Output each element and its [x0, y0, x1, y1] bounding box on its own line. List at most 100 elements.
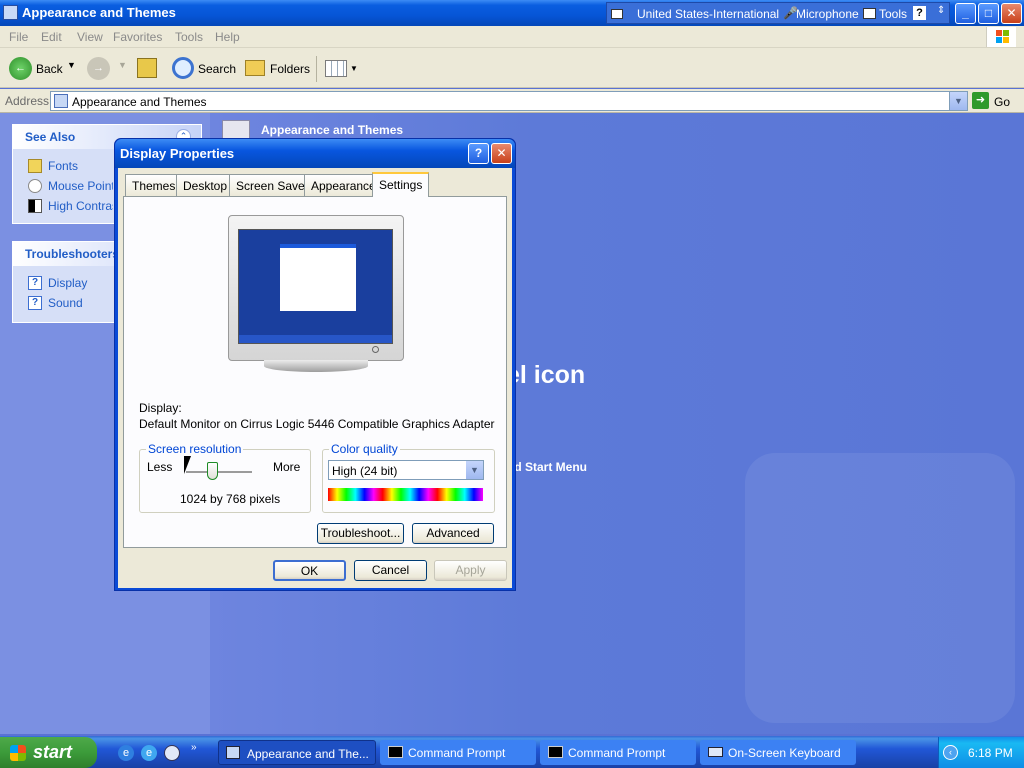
see-also-high-contrast[interactable]: High Contrast — [48, 199, 113, 213]
address-dropdown-icon[interactable]: ▼ — [949, 92, 967, 110]
color-spectrum-bar — [328, 488, 483, 501]
restore-button[interactable]: □ — [978, 3, 999, 24]
back-arrow-icon[interactable]: ← — [9, 57, 32, 80]
high-contrast-icon — [28, 199, 42, 213]
back-button[interactable]: Back — [36, 62, 63, 76]
see-also-mouse-pointers[interactable]: Mouse Pointers — [48, 179, 113, 193]
taskbar-command-prompt-1[interactable]: Command Prompt — [380, 740, 536, 765]
monitor-stand — [264, 360, 368, 372]
options-arrow-icon[interactable]: ⇕ — [937, 5, 945, 16]
control-panel-icon — [226, 746, 240, 759]
toolbar: ← Back ▼ → ▼ Search Folders ▼ — [0, 48, 1024, 88]
taskbar-appearance-and-themes[interactable]: Appearance and The... — [218, 740, 376, 765]
help-question-icon: ? — [28, 296, 42, 310]
taskbar-command-prompt-2[interactable]: Command Prompt — [540, 740, 696, 765]
taskbar-on-screen-keyboard[interactable]: On-Screen Keyboard — [700, 740, 856, 765]
mouse-cursor-icon — [184, 456, 191, 474]
ok-button[interactable]: OK — [273, 560, 346, 581]
windows-flag-icon — [10, 745, 26, 761]
menu-view[interactable]: View — [77, 30, 103, 44]
troubleshoot-button[interactable]: Troubleshoot... — [317, 523, 404, 544]
tools-icon — [863, 8, 876, 19]
menu-favorites[interactable]: Favorites — [113, 30, 162, 44]
display-adapter-value: Default Monitor on Cirrus Logic 5446 Com… — [139, 417, 495, 431]
quick-launch-chevron-icon[interactable]: » — [191, 742, 197, 753]
taskbar-start-menu-link[interactable]: nd Start Menu — [507, 460, 587, 474]
menu-edit[interactable]: Edit — [41, 30, 62, 44]
color-quality-select[interactable]: High (24 bit) ▼ — [328, 460, 484, 480]
tab-themes[interactable]: Themes — [125, 174, 183, 196]
help-icon[interactable]: ? — [913, 6, 926, 20]
dialog-body: Themes Desktop Screen Saver Appearance S… — [118, 168, 512, 588]
dialog-close-button[interactable]: ✕ — [491, 143, 512, 164]
language-selector[interactable]: United States-International — [637, 7, 779, 21]
toolbar-divider — [316, 56, 317, 82]
monitor-power-icon — [372, 346, 379, 353]
address-value: Appearance and Themes — [72, 95, 207, 109]
tab-appearance[interactable]: Appearance — [304, 174, 383, 196]
apply-button[interactable]: Apply — [434, 560, 507, 581]
views-dropdown-icon[interactable]: ▼ — [350, 64, 358, 73]
back-dropdown-icon[interactable]: ▼ — [67, 60, 76, 70]
internet-explorer-icon-2[interactable]: e — [141, 745, 157, 761]
show-hidden-icons-chevron-icon[interactable]: ‹ — [943, 745, 958, 760]
dialog-title: Display Properties — [120, 146, 235, 161]
window-title: Appearance and Themes — [22, 5, 176, 20]
go-button[interactable]: Go — [994, 95, 1010, 109]
clock[interactable]: 6:18 PM — [968, 746, 1013, 760]
media-player-icon[interactable] — [164, 745, 180, 761]
language-bar[interactable]: United States-International 🎤 Microphone… — [606, 2, 950, 24]
preview-window — [280, 244, 356, 311]
start-button[interactable]: start — [0, 737, 97, 768]
preview-taskbar — [239, 335, 392, 343]
dialog-title-bar[interactable]: Display Properties ? ✕ — [115, 139, 515, 168]
start-label: start — [33, 742, 73, 762]
settings-tab-panel: Display: Default Monitor on Cirrus Logic… — [123, 196, 507, 548]
go-arrow-icon[interactable]: ➜ — [972, 92, 989, 109]
menu-bar: File Edit View Favorites Tools Help — [0, 26, 1024, 48]
display-label: Display: — [139, 401, 182, 415]
folders-button[interactable]: Folders — [270, 62, 310, 76]
see-also-fonts[interactable]: Fonts — [48, 159, 78, 173]
tab-desktop[interactable]: Desktop — [176, 174, 235, 196]
microphone-button[interactable]: Microphone — [796, 7, 859, 21]
fonts-icon — [28, 159, 42, 173]
menu-file[interactable]: File — [9, 30, 28, 44]
close-button[interactable]: ✕ — [1001, 3, 1022, 24]
monitor-preview — [228, 215, 404, 361]
resolution-less-label: Less — [147, 460, 173, 474]
screen-resolution-group: Screen resolution Less More 1024 by 768 … — [139, 442, 311, 513]
forward-arrow-icon[interactable]: → — [87, 57, 110, 80]
address-input[interactable]: Appearance and Themes ▼ — [50, 91, 968, 111]
display-properties-dialog: Display Properties ? ✕ Themes Desktop Sc… — [114, 138, 516, 591]
control-panel-icon — [3, 5, 18, 20]
watermark-checkmark-icon — [745, 453, 1015, 723]
views-icon[interactable] — [325, 60, 347, 77]
troubleshooter-sound[interactable]: Sound — [48, 296, 83, 310]
screen-resolution-label: Screen resolution — [146, 442, 244, 456]
command-prompt-icon — [388, 746, 403, 758]
tab-screen-saver[interactable]: Screen Saver — [229, 174, 316, 196]
forward-dropdown-icon[interactable]: ▼ — [118, 60, 127, 70]
tab-settings[interactable]: Settings — [372, 172, 430, 197]
minimize-button[interactable]: _ — [955, 3, 976, 24]
cancel-button[interactable]: Cancel — [354, 560, 427, 581]
dialog-help-button[interactable]: ? — [468, 143, 489, 164]
monitor-screen — [238, 229, 393, 344]
windows-logo-icon — [986, 27, 1016, 47]
advanced-button[interactable]: Advanced — [412, 523, 494, 544]
menu-help[interactable]: Help — [215, 30, 240, 44]
resolution-slider-thumb[interactable] — [207, 462, 219, 480]
troubleshooter-display[interactable]: Display — [48, 276, 87, 290]
chevron-down-icon[interactable]: ▼ — [466, 461, 483, 479]
search-button[interactable]: Search — [198, 62, 236, 76]
up-folder-icon[interactable] — [137, 58, 157, 78]
tools-button[interactable]: Tools — [879, 7, 907, 21]
search-icon[interactable] — [172, 57, 194, 79]
internet-explorer-icon[interactable]: e — [118, 745, 134, 761]
menu-tools[interactable]: Tools — [175, 30, 203, 44]
command-prompt-icon — [548, 746, 563, 758]
folders-icon[interactable] — [245, 60, 265, 76]
resolution-slider-track[interactable] — [186, 471, 252, 473]
resolution-value: 1024 by 768 pixels — [180, 492, 281, 506]
